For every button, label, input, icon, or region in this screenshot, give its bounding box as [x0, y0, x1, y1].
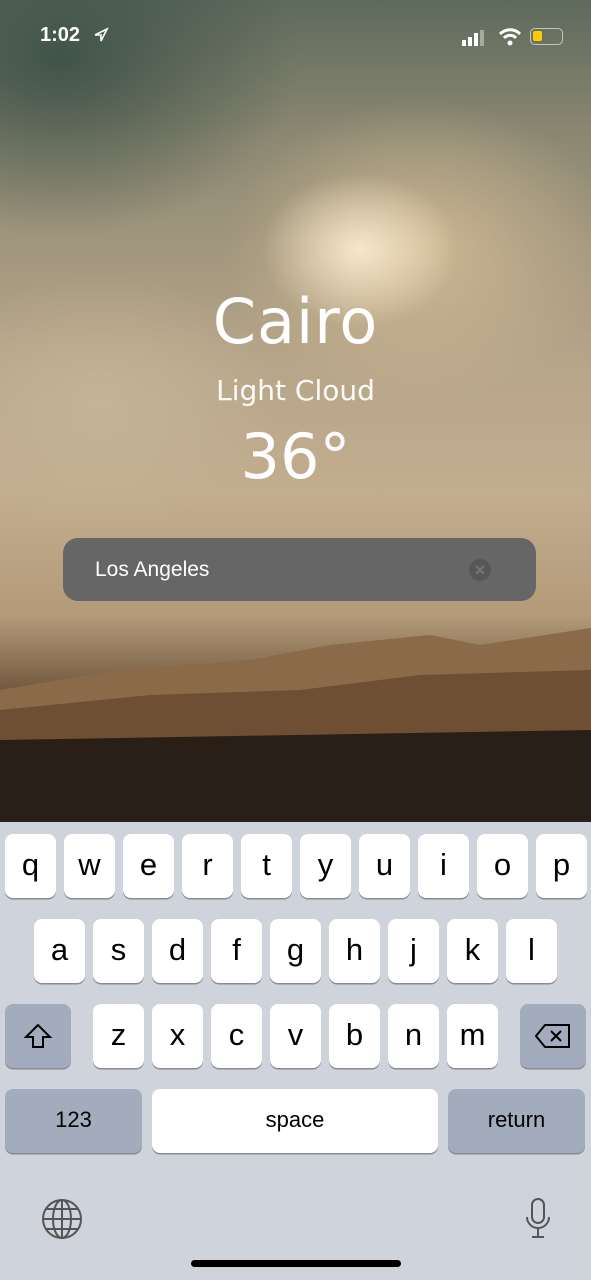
weather-condition: Light Cloud	[216, 374, 375, 407]
key-s[interactable]: s	[93, 919, 144, 983]
key-g[interactable]: g	[270, 919, 321, 983]
key-h[interactable]: h	[329, 919, 380, 983]
key-q[interactable]: q	[5, 834, 56, 898]
city-search-field[interactable]: ✕	[63, 538, 536, 601]
key-z[interactable]: z	[93, 1004, 144, 1068]
key-d[interactable]: d	[152, 919, 203, 983]
space-key[interactable]: space	[152, 1089, 438, 1153]
key-a[interactable]: a	[34, 919, 85, 983]
key-i[interactable]: i	[418, 834, 469, 898]
key-w[interactable]: w	[64, 834, 115, 898]
key-n[interactable]: n	[388, 1004, 439, 1068]
home-indicator[interactable]	[191, 1260, 401, 1267]
globe-icon[interactable]	[40, 1197, 84, 1241]
clock: 1:02	[40, 24, 81, 46]
key-e[interactable]: e	[123, 834, 174, 898]
key-u[interactable]: u	[359, 834, 410, 898]
location-arrow-icon	[94, 27, 109, 42]
key-k[interactable]: k	[447, 919, 498, 983]
temperature: 36°	[240, 420, 351, 493]
status-bar: 1:02	[0, 24, 591, 50]
numbers-key[interactable]: 123	[5, 1089, 142, 1153]
city-name: Cairo	[212, 285, 379, 358]
cellular-signal-icon	[462, 30, 484, 46]
keyboard: qwertyuiop asdfghjkl zxcvbnm 123 space ret…	[0, 822, 591, 1280]
search-input[interactable]	[95, 538, 475, 601]
shift-icon	[23, 1023, 53, 1048]
key-p[interactable]: p	[536, 834, 587, 898]
shift-key[interactable]	[5, 1004, 71, 1068]
key-t[interactable]: t	[241, 834, 292, 898]
wifi-icon	[498, 28, 522, 46]
backspace-icon	[534, 1024, 570, 1048]
microphone-icon[interactable]	[524, 1197, 552, 1241]
key-f[interactable]: f	[211, 919, 262, 983]
key-r[interactable]: r	[182, 834, 233, 898]
clear-text-icon[interactable]: ✕	[469, 559, 491, 581]
key-c[interactable]: c	[211, 1004, 262, 1068]
dunes	[0, 628, 591, 822]
battery-icon	[530, 28, 563, 45]
key-j[interactable]: j	[388, 919, 439, 983]
key-l[interactable]: l	[506, 919, 557, 983]
return-key[interactable]: return	[448, 1089, 585, 1153]
key-b[interactable]: b	[329, 1004, 380, 1068]
key-v[interactable]: v	[270, 1004, 321, 1068]
delete-key[interactable]	[520, 1004, 586, 1068]
key-y[interactable]: y	[300, 834, 351, 898]
key-o[interactable]: o	[477, 834, 528, 898]
background-image	[0, 0, 591, 822]
key-x[interactable]: x	[152, 1004, 203, 1068]
key-m[interactable]: m	[447, 1004, 498, 1068]
